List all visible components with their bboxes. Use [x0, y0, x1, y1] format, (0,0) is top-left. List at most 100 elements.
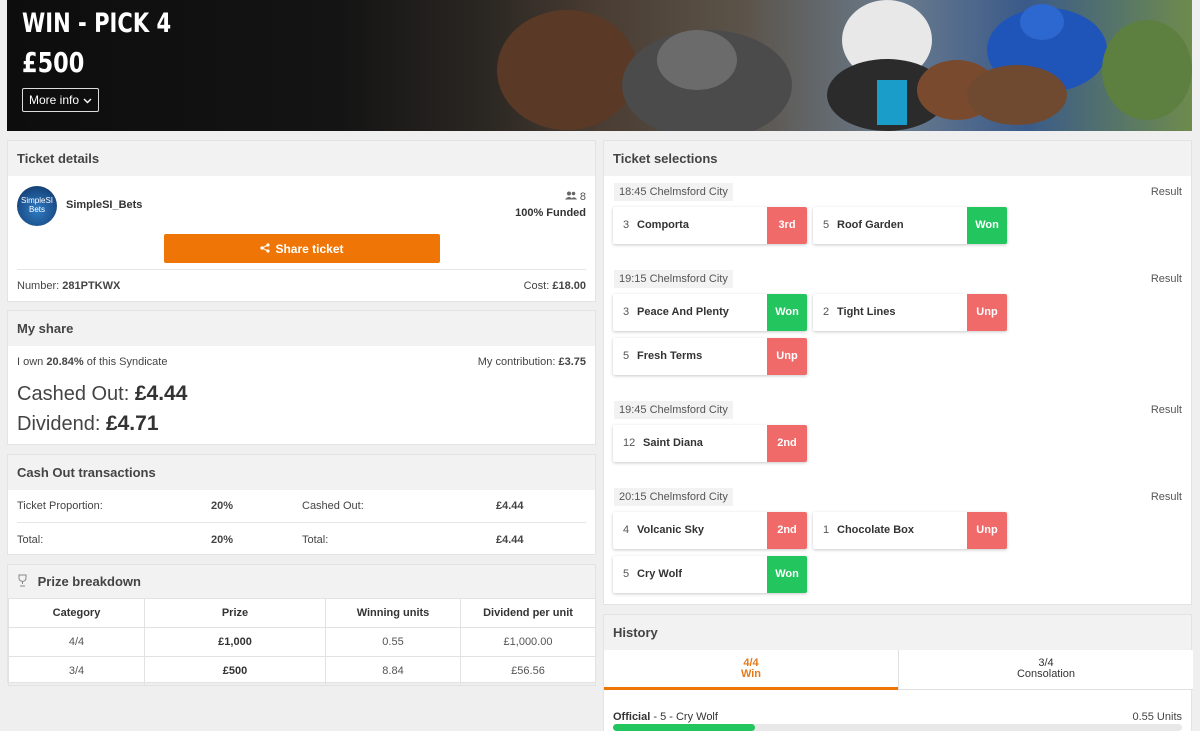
divider [17, 522, 586, 523]
prize-amount: £500 [22, 46, 85, 79]
divider [17, 269, 586, 270]
ticket-cost: Cost: £18.00 [524, 280, 586, 292]
runner-name: Volcanic Sky [637, 524, 705, 536]
table-cell: 0.55 [325, 627, 461, 657]
syndicate-user-name[interactable]: SimpleSI_Bets [66, 199, 142, 211]
result-label: Result [1150, 404, 1182, 416]
ticket-number-value: 281PTKWX [62, 280, 121, 292]
result-badge: 3rd [767, 207, 807, 244]
history-panel: History 4/4 Win 3/4 Consolation Official… [603, 614, 1193, 731]
runner-number: 12 [623, 437, 636, 449]
selection-card[interactable]: 1 Chocolate Box Unp [813, 512, 1007, 549]
tab-4-of-4[interactable]: 4/4 Win [604, 650, 898, 690]
cash-out-panel: Cash Out transactions Ticket Proportion:… [7, 454, 596, 555]
table-cell: £500 [144, 656, 326, 686]
funded-status: 100% Funded [515, 207, 586, 219]
selection-card[interactable]: 2 Tight Lines Unp [813, 294, 1007, 331]
runner-number: 5 [623, 350, 630, 362]
cash-out-total-label: Total: [17, 534, 44, 546]
runner-number: 1 [823, 524, 830, 536]
progress-bar [613, 724, 1182, 731]
official-label: Official [613, 711, 651, 723]
result-badge: 2nd [767, 512, 807, 549]
share-icon [260, 242, 271, 256]
selection-card[interactable]: 5 Fresh Terms Unp [613, 338, 807, 375]
result-label: Result [1150, 491, 1182, 503]
runner-number: 5 [623, 568, 630, 580]
cash-out-total-pct: 20% [211, 534, 234, 546]
ticket-details-title: Ticket details [8, 141, 595, 176]
table-cell: 8.84 [325, 656, 461, 686]
ticket-cost-value: £18.00 [552, 280, 586, 292]
result-badge: 2nd [767, 425, 807, 462]
runner-number: 2 [823, 306, 830, 318]
ticket-selections-panel: Ticket selections 18:45 Chelmsford City … [603, 140, 1192, 605]
my-share-panel: My share I own 20.84% of this Syndicate … [7, 310, 596, 445]
cashed-out-summary: Cashed Out: £4.44 [17, 382, 187, 406]
horse-race-image [497, 0, 1192, 131]
hero-banner: WIN - PICK 4 £500 More info [7, 0, 1192, 131]
table-row: 3/4 £500 8.84 £56.56 [8, 656, 596, 686]
official-result: Official - 5 - Cry Wolf [613, 711, 718, 723]
trophy-icon [17, 566, 28, 600]
result-badge: Unp [767, 338, 807, 375]
ownership-text: I own 20.84% of this Syndicate [17, 356, 167, 368]
table-row: 4/4 £1,000 0.55 £1,000.00 [8, 627, 596, 657]
column-header: Category [8, 598, 145, 628]
share-ticket-button[interactable]: Share ticket [164, 234, 440, 263]
users-icon [564, 191, 577, 203]
table-header-row: Category Prize Winning units Dividend pe… [8, 598, 596, 628]
contribution-value: £3.75 [558, 356, 586, 368]
dividend-value: £4.71 [105, 412, 159, 435]
contribution: My contribution: £3.75 [478, 356, 586, 368]
contribution-label: My contribution: [477, 356, 556, 368]
selection-card[interactable]: 12 Saint Diana 2nd [613, 425, 807, 462]
runner-name: Tight Lines [837, 306, 896, 318]
cashed-out-value: £4.44 [134, 382, 188, 405]
ticket-number-label: Number: [17, 280, 60, 292]
own-percentage: 20.84% [46, 356, 84, 368]
dividend-label: Dividend: [17, 413, 101, 435]
race-header: 19:45 Chelmsford City [614, 401, 733, 419]
tab-bottom-label: Win [740, 668, 762, 680]
selection-card[interactable]: 4 Volcanic Sky 2nd [613, 512, 807, 549]
selection-card[interactable]: 3 Comporta 3rd [613, 207, 807, 244]
selection-card[interactable]: 5 Cry Wolf Won [613, 556, 807, 593]
prize-breakdown-panel: Prize breakdown Category Prize Winning u… [7, 564, 596, 686]
table-cell: £1,000 [144, 627, 326, 657]
cash-out-row-label2: Cashed Out: [302, 500, 364, 512]
history-title: History [604, 615, 1191, 650]
chevron-down-icon [83, 93, 92, 107]
tab-bottom-label: Consolation [1016, 668, 1076, 680]
table-cell: £56.56 [460, 656, 596, 686]
prize-breakdown-title: Prize breakdown [37, 574, 141, 589]
result-badge: Won [967, 207, 1007, 244]
cash-out-row-pct: 20% [211, 500, 234, 512]
table-cell: £1,000.00 [460, 627, 596, 657]
runner-number: 4 [623, 524, 630, 536]
result-badge: Unp [967, 512, 1007, 549]
selection-card[interactable]: 3 Peace And Plenty Won [613, 294, 807, 331]
column-header: Prize [144, 598, 326, 628]
more-info-button[interactable]: More info [22, 88, 100, 112]
result-badge: Won [767, 294, 807, 331]
ticket-number: Number: 281PTKWX [17, 280, 120, 292]
tab-3-of-4[interactable]: 3/4 Consolation [898, 650, 1193, 690]
progress-fill [613, 724, 756, 731]
cash-out-title: Cash Out transactions [8, 455, 595, 490]
ticket-cost-label: Cost: [523, 280, 550, 292]
runner-name: Peace And Plenty [637, 306, 729, 318]
more-info-label: More info [29, 93, 80, 107]
result-label: Result [1150, 186, 1182, 198]
cash-out-total-label2: Total: [302, 534, 329, 546]
ticket-selections-title: Ticket selections [604, 141, 1191, 176]
prize-breakdown-header: Prize breakdown [8, 565, 595, 599]
avatar-text: SimpleSI Bets [20, 196, 53, 214]
share-ticket-label: Share ticket [275, 241, 344, 256]
avatar[interactable]: SimpleSI Bets [17, 186, 57, 226]
result-badge: Won [767, 556, 807, 593]
selection-card[interactable]: 5 Roof Garden Won [813, 207, 1007, 244]
race-header: 18:45 Chelmsford City [614, 183, 733, 201]
runner-name: Comporta [637, 219, 689, 231]
cash-out-total-value: £4.44 [496, 534, 524, 546]
